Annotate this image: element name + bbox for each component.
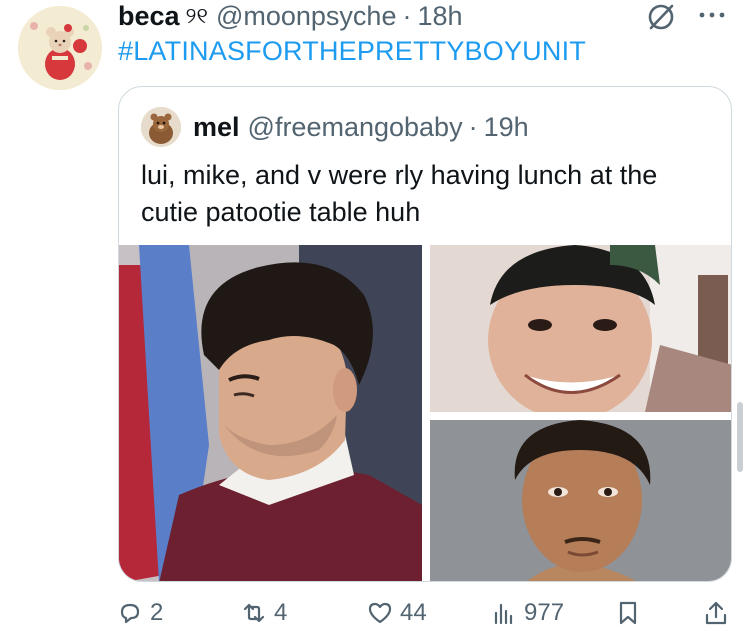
tweet-hashtag[interactable]: #LATINASFORTHEPRETTYBOYUNIT xyxy=(118,36,586,67)
retweet-count: 4 xyxy=(274,599,288,626)
reply-button[interactable]: 2 xyxy=(116,596,163,630)
share-button[interactable] xyxy=(702,596,736,630)
like-icon xyxy=(368,602,392,624)
quote-time[interactable]: 19h xyxy=(484,112,529,143)
like-button[interactable]: 44 xyxy=(366,596,427,630)
bookmark-icon xyxy=(619,601,637,625)
share-icon xyxy=(705,601,727,625)
author-avatar[interactable] xyxy=(18,6,102,90)
quote-author-name[interactable]: mel xyxy=(193,112,240,143)
quote-separator: · xyxy=(468,111,478,142)
tweet-header: beca ୨୧ @moonpsyche · 18h xyxy=(118,0,463,32)
reply-icon xyxy=(120,603,140,624)
more-icon[interactable] xyxy=(697,8,727,22)
author-name[interactable]: beca xyxy=(118,1,180,32)
views-count: 977 xyxy=(524,599,565,626)
grok-icon[interactable] xyxy=(646,2,676,32)
action-bar: 2 4 44 977 xyxy=(116,596,736,630)
scrollbar-thumb[interactable] xyxy=(737,402,743,472)
author-name-emoji: ୨୧ xyxy=(185,3,208,28)
quote-text: lui, mike, and v were rly having lunch a… xyxy=(141,160,658,227)
media-photo-2[interactable] xyxy=(430,245,731,412)
bookmark-button[interactable] xyxy=(614,596,648,630)
quote-media-grid xyxy=(119,245,731,581)
retweet-icon xyxy=(243,603,265,623)
like-count: 44 xyxy=(400,599,427,626)
tweet-time[interactable]: 18h xyxy=(417,1,462,32)
author-handle[interactable]: @moonpsyche xyxy=(216,1,397,32)
views-icon xyxy=(494,603,513,625)
media-photo-3[interactable] xyxy=(430,420,731,581)
retweet-button[interactable]: 4 xyxy=(240,596,287,630)
media-photo-1[interactable] xyxy=(119,245,422,581)
views-button[interactable]: 977 xyxy=(490,596,564,630)
separator: · xyxy=(402,0,412,31)
quote-author-avatar[interactable] xyxy=(141,107,181,147)
quoted-tweet[interactable]: mel @freemangobaby · 19h lui, mike, and … xyxy=(118,86,732,582)
reply-count: 2 xyxy=(150,599,164,626)
quote-header: mel @freemangobaby · 19h xyxy=(141,107,529,147)
quote-author-handle[interactable]: @freemangobaby xyxy=(248,112,463,143)
